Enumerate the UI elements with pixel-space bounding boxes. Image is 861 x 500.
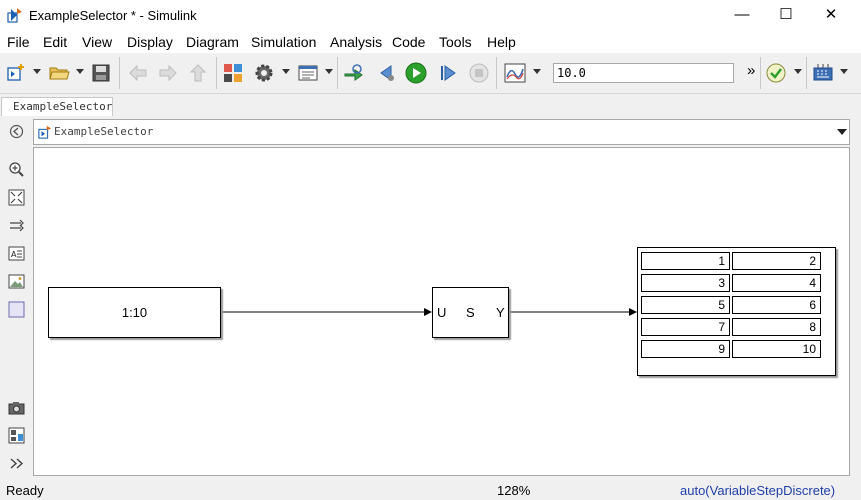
save-icon[interactable] bbox=[90, 62, 112, 84]
constant-block[interactable]: 1:10 bbox=[48, 287, 221, 338]
model-browser-icon[interactable] bbox=[8, 427, 25, 444]
menu-code[interactable]: Code bbox=[392, 34, 425, 50]
status-bar: Ready 128% auto(VariableStepDiscrete) bbox=[0, 478, 861, 500]
open-dropdown-icon[interactable] bbox=[76, 69, 84, 74]
forward-arrow-icon[interactable] bbox=[157, 62, 179, 84]
menu-simulation[interactable]: Simulation bbox=[251, 34, 316, 50]
menu-bar: File Edit View Display Diagram Simulatio… bbox=[0, 31, 861, 53]
selector-output-port-label: Y bbox=[496, 305, 505, 320]
image-icon[interactable] bbox=[8, 273, 25, 290]
area-box-icon[interactable] bbox=[8, 301, 25, 318]
menu-tools[interactable]: Tools bbox=[439, 34, 472, 50]
status-zoom: 128% bbox=[497, 483, 531, 498]
model-icon bbox=[38, 125, 52, 139]
stop-icon[interactable] bbox=[468, 62, 490, 84]
address-path: ExampleSelector bbox=[54, 125, 154, 138]
new-model-icon[interactable] bbox=[5, 62, 27, 84]
run-icon[interactable] bbox=[405, 62, 427, 84]
toolbar-separator bbox=[337, 57, 338, 89]
menu-file[interactable]: File bbox=[7, 34, 30, 50]
explorer-dropdown-icon[interactable] bbox=[325, 69, 333, 74]
display-block[interactable]: 1 2 3 4 5 6 7 8 9 10 bbox=[637, 247, 836, 376]
step-back-icon[interactable] bbox=[375, 62, 397, 84]
library-browser-icon[interactable] bbox=[222, 62, 244, 84]
menu-view[interactable]: View bbox=[82, 34, 112, 50]
hide-browser-icon[interactable] bbox=[8, 123, 25, 140]
model-config-gear-icon[interactable] bbox=[253, 62, 275, 84]
model-advisor-check-icon[interactable] bbox=[765, 62, 787, 84]
inspector-dropdown-icon[interactable] bbox=[533, 69, 541, 74]
menu-analysis[interactable]: Analysis bbox=[330, 34, 382, 50]
display-cell: 9 bbox=[641, 340, 730, 358]
left-palette: A bbox=[0, 116, 32, 478]
back-arrow-icon[interactable] bbox=[127, 62, 149, 84]
advisor-dropdown-icon[interactable] bbox=[794, 69, 802, 74]
build-model-icon[interactable] bbox=[812, 62, 834, 84]
annotation-icon[interactable]: A bbox=[8, 245, 25, 262]
step-forward-icon[interactable] bbox=[437, 62, 459, 84]
menu-help[interactable]: Help bbox=[487, 34, 516, 50]
display-cell: 2 bbox=[732, 252, 821, 270]
selector-block[interactable]: U S Y bbox=[432, 287, 509, 338]
status-state: Ready bbox=[6, 483, 44, 498]
display-cell: 4 bbox=[732, 274, 821, 292]
constant-value: 1:10 bbox=[121, 305, 148, 320]
toolbar-separator bbox=[119, 57, 120, 89]
display-cell: 7 bbox=[641, 318, 730, 336]
address-bar[interactable]: ExampleSelector bbox=[33, 119, 850, 145]
zoom-in-icon[interactable] bbox=[8, 161, 25, 178]
close-button[interactable]: ✕ bbox=[808, 0, 854, 31]
toolbar-separator bbox=[806, 57, 807, 89]
display-cell: 10 bbox=[732, 340, 821, 358]
display-cell: 1 bbox=[641, 252, 730, 270]
menu-edit[interactable]: Edit bbox=[43, 34, 67, 50]
toolbar-separator bbox=[496, 57, 497, 89]
more-chevron-icon[interactable]: » bbox=[747, 62, 755, 79]
minimize-button[interactable]: — bbox=[719, 0, 765, 31]
model-explorer-icon[interactable] bbox=[297, 62, 319, 84]
expand-palette-icon[interactable] bbox=[8, 455, 25, 472]
new-dropdown-icon[interactable] bbox=[33, 69, 41, 74]
tab-exampleselector[interactable]: ExampleSelector bbox=[1, 97, 113, 116]
config-dropdown-icon[interactable] bbox=[282, 69, 290, 74]
window-title: ExampleSelector * - Simulink bbox=[29, 8, 197, 23]
right-edge-strip bbox=[851, 95, 861, 478]
toolbar-separator bbox=[760, 57, 761, 89]
tab-bar bbox=[0, 95, 861, 116]
title-bar: ExampleSelector * - Simulink — ☐ ✕ bbox=[0, 0, 861, 31]
open-folder-icon[interactable] bbox=[48, 62, 70, 84]
simulation-data-inspector-icon[interactable] bbox=[504, 62, 526, 84]
display-cell: 5 bbox=[641, 296, 730, 314]
display-cell: 3 bbox=[641, 274, 730, 292]
selector-name-label: S bbox=[466, 305, 475, 320]
screenshot-camera-icon[interactable] bbox=[8, 399, 25, 416]
update-diagram-icon[interactable] bbox=[343, 62, 365, 84]
menu-display[interactable]: Display bbox=[127, 34, 173, 50]
fit-to-view-icon[interactable] bbox=[8, 189, 25, 206]
toolbar-separator bbox=[216, 57, 217, 89]
build-dropdown-icon[interactable] bbox=[840, 69, 848, 74]
status-solver-link[interactable]: auto(VariableStepDiscrete) bbox=[680, 483, 835, 498]
svg-text:A: A bbox=[11, 250, 17, 259]
address-dropdown-icon[interactable] bbox=[837, 129, 847, 135]
menu-diagram[interactable]: Diagram bbox=[186, 34, 239, 50]
display-cell: 8 bbox=[732, 318, 821, 336]
up-arrow-icon[interactable] bbox=[187, 62, 209, 84]
simulink-app-icon bbox=[7, 8, 22, 23]
selector-input-port-label: U bbox=[437, 305, 447, 320]
stop-time-input[interactable] bbox=[553, 63, 734, 83]
maximize-button[interactable]: ☐ bbox=[763, 0, 809, 31]
display-cell: 6 bbox=[732, 296, 821, 314]
route-lines-icon[interactable] bbox=[8, 217, 25, 234]
